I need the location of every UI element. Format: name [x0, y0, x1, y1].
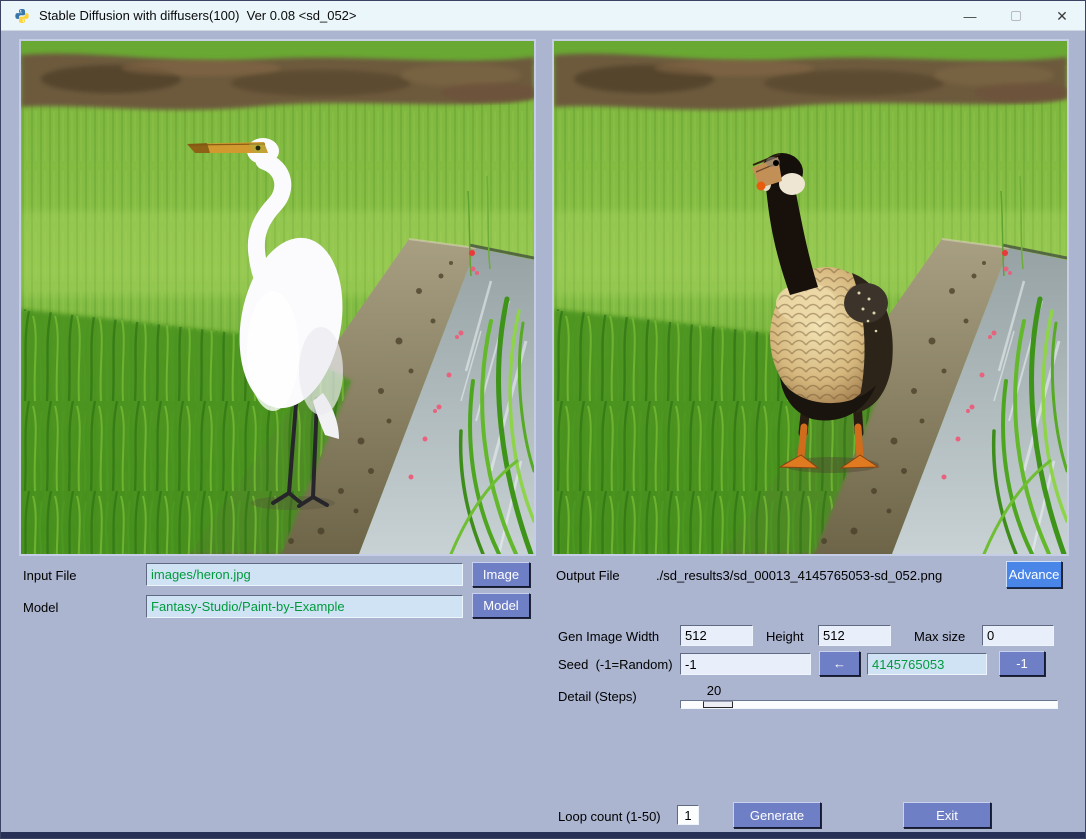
detail-steps-value: 20 — [694, 683, 734, 698]
detail-steps-label: Detail (Steps) — [558, 689, 637, 704]
max-size-field[interactable] — [982, 625, 1054, 646]
height-label: Height — [766, 629, 804, 644]
python-app-icon — [14, 8, 30, 24]
model-label: Model — [23, 600, 58, 615]
loop-count-label: Loop count (1-50) — [558, 809, 661, 824]
window-bottom-border — [1, 832, 1085, 838]
minimize-button[interactable]: — — [947, 1, 993, 31]
seed-reset-button[interactable]: -1 — [999, 651, 1045, 676]
generate-button[interactable]: Generate — [733, 802, 821, 828]
maximize-button[interactable] — [993, 1, 1039, 31]
seed-label: Seed (-1=Random) — [558, 657, 673, 672]
input-file-label: Input File — [23, 568, 76, 583]
seed-result-field[interactable] — [867, 653, 987, 675]
titlebar: Stable Diffusion with diffusers(100) Ver… — [1, 1, 1085, 31]
window-title: Stable Diffusion with diffusers(100) Ver… — [39, 8, 357, 23]
loop-count-field[interactable] — [677, 805, 699, 825]
app-window: Stable Diffusion with diffusers(100) Ver… — [0, 0, 1086, 839]
seed-back-button[interactable]: ← — [819, 651, 860, 676]
model-field[interactable] — [146, 595, 463, 618]
slider-handle[interactable] — [703, 701, 733, 708]
exit-button[interactable]: Exit — [903, 802, 991, 828]
maximize-icon — [1011, 11, 1021, 21]
output-image — [552, 39, 1069, 556]
gen-width-field[interactable] — [680, 625, 753, 646]
close-button[interactable]: ✕ — [1039, 1, 1085, 31]
input-image — [19, 39, 536, 556]
max-size-label: Max size — [914, 629, 965, 644]
output-file-label: Output File — [556, 568, 620, 583]
model-button[interactable]: Model — [472, 593, 530, 618]
output-file-path: ./sd_results3/sd_00013_4145765053-sd_052… — [656, 568, 942, 583]
input-file-field[interactable] — [146, 563, 463, 586]
height-field[interactable] — [818, 625, 891, 646]
detail-steps-slider[interactable] — [680, 700, 1058, 709]
seed-field[interactable] — [680, 653, 811, 675]
image-button[interactable]: Image — [472, 562, 530, 587]
advance-button[interactable]: Advance — [1006, 561, 1062, 588]
gen-width-label: Gen Image Width — [558, 629, 659, 644]
